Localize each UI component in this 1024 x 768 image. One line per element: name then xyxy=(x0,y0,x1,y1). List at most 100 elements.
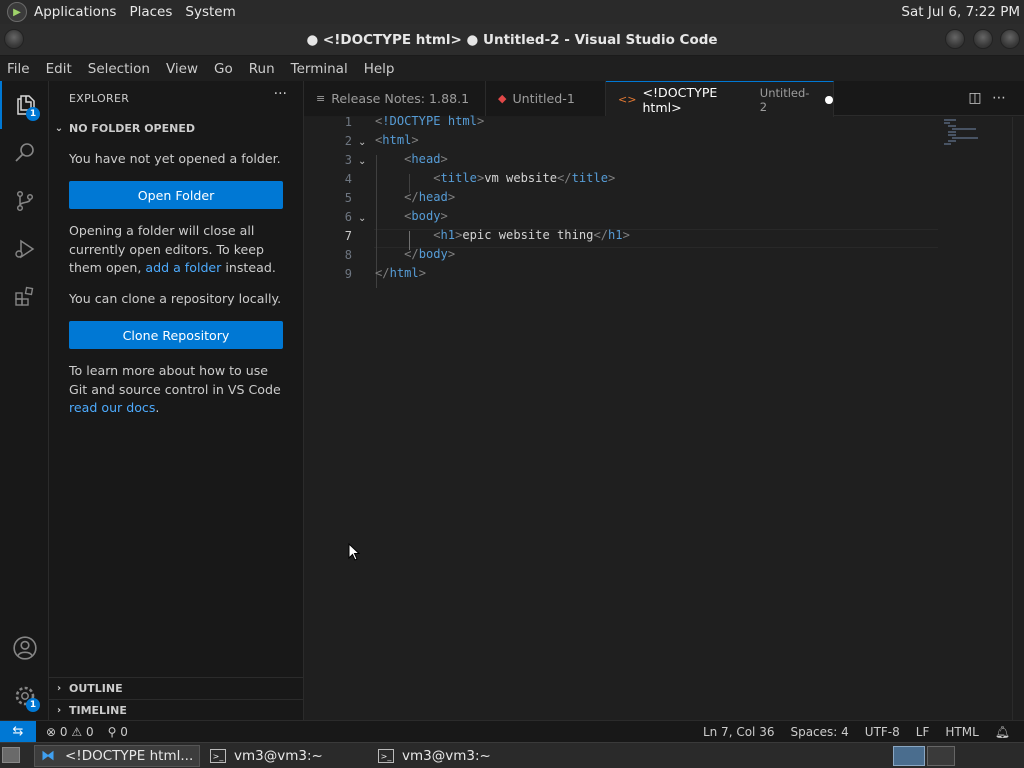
minimap-line xyxy=(948,140,956,142)
chevron-down-icon: ⌄ xyxy=(54,122,64,134)
menu-applications[interactable]: Applications xyxy=(34,4,116,20)
workspace-2[interactable] xyxy=(927,746,955,766)
clone-repository-button[interactable]: Clone Repository xyxy=(69,321,283,349)
cursor-position[interactable]: Ln 7, Col 36 xyxy=(703,725,775,739)
explorer-badge: 1 xyxy=(26,107,40,121)
ports-indicator[interactable]: ⚲ 0 xyxy=(108,725,128,739)
error-icon: ⊗ xyxy=(46,724,57,739)
more-actions-icon[interactable]: ⋯ xyxy=(990,89,1008,107)
minimap-line xyxy=(948,131,956,133)
window-titlebar[interactable]: ● <!DOCTYPE html> ● Untitled-2 - Visual … xyxy=(0,24,1024,56)
tab-release-notes[interactable]: ≡ Release Notes: 1.88.1 xyxy=(304,81,486,116)
section-title: NO FOLDER OPENED xyxy=(69,121,195,135)
hint-text-end: instead. xyxy=(221,260,276,275)
code-line-9: </html> xyxy=(375,266,426,280)
no-folder-message: You have not yet opened a folder. xyxy=(69,151,281,166)
minimize-button[interactable] xyxy=(945,29,965,49)
fold-chevron-icon[interactable]: ⌄ xyxy=(358,156,366,167)
taskbar-item-vscode[interactable]: ⧓ <!DOCTYPE html... xyxy=(34,745,200,767)
run-debug-button[interactable] xyxy=(0,225,49,273)
manage-badge: 1 xyxy=(26,698,40,712)
clock[interactable]: Sat Jul 6, 7:22 PM xyxy=(901,4,1020,20)
taskbar-item-terminal-2[interactable]: >_ vm3@vm3:~ xyxy=(372,745,538,767)
menu-file[interactable]: File xyxy=(0,61,38,77)
outline-section-header[interactable]: › OUTLINE xyxy=(49,677,303,699)
menu-system[interactable]: System xyxy=(185,4,235,20)
line-number-gutter: 1 2 3 4 5 6 7 8 9 ⌄ ⌄ ⌄ xyxy=(304,115,374,720)
manage-button[interactable]: 1 xyxy=(0,672,49,720)
no-folder-section-header[interactable]: ⌄ NO FOLDER OPENED xyxy=(49,117,303,139)
read-docs-link[interactable]: read our docs xyxy=(69,400,155,415)
code-line-3: <head> xyxy=(404,152,448,166)
tab-label: <!DOCTYPE html> xyxy=(642,84,718,115)
code-line-4: <title>vm website</title> xyxy=(433,171,616,185)
minimap-line xyxy=(952,137,978,139)
more-actions-icon[interactable]: ··· xyxy=(274,86,287,102)
docs-text-end: . xyxy=(155,400,160,415)
gnome-top-panel: ▶ Applications Places System Sat Jul 6, … xyxy=(0,0,1024,24)
workspace-1[interactable] xyxy=(893,746,925,766)
language-mode[interactable]: HTML xyxy=(945,725,978,739)
close-button[interactable] xyxy=(1000,29,1020,49)
code-line-7: <h1>epic website thing</h1> xyxy=(433,228,630,242)
show-desktop-icon[interactable] xyxy=(2,747,20,763)
minimap-line xyxy=(944,143,951,145)
taskbar-item-terminal-1[interactable]: >_ vm3@vm3:~ xyxy=(204,745,370,767)
accounts-button[interactable] xyxy=(0,624,49,672)
vertical-scrollbar[interactable] xyxy=(1012,117,1024,720)
desktop: ▶ Applications Places System Sat Jul 6, … xyxy=(0,0,1024,768)
timeline-title: TIMELINE xyxy=(69,704,127,717)
split-editor-icon[interactable]: ◫ xyxy=(966,89,984,107)
remote-indicator-icon[interactable]: ⇆ xyxy=(0,720,36,743)
minimap-line xyxy=(948,134,956,136)
sidebar-title: EXPLORER xyxy=(69,92,130,105)
html-icon: <> xyxy=(618,93,637,106)
status-bar-right: Ln 7, Col 36 Spaces: 4 UTF-8 LF HTML 🔔︎ xyxy=(703,721,1024,743)
end-of-line[interactable]: LF xyxy=(916,725,930,739)
mouse-cursor-icon xyxy=(348,543,360,561)
line-number: 3 xyxy=(344,153,352,167)
indentation[interactable]: Spaces: 4 xyxy=(790,725,848,739)
menu-view[interactable]: View xyxy=(158,61,206,77)
menu-help[interactable]: Help xyxy=(356,61,403,77)
explorer-button[interactable]: 1 xyxy=(0,81,49,129)
tab-untitled-1[interactable]: ◆ Untitled-1 xyxy=(486,81,606,116)
clone-message: You can clone a repository locally. xyxy=(69,291,282,306)
extensions-button[interactable] xyxy=(0,273,49,321)
applications-logo-icon[interactable]: ▶ xyxy=(7,2,27,22)
fold-chevron-icon[interactable]: ⌄ xyxy=(358,213,366,224)
menu-selection[interactable]: Selection xyxy=(80,61,158,77)
add-folder-link[interactable]: add a folder xyxy=(145,260,221,275)
activity-bar: 1 1 xyxy=(0,81,49,720)
tab-untitled-2[interactable]: <> <!DOCTYPE html> Untitled-2 xyxy=(606,81,834,117)
window-title: ● <!DOCTYPE html> ● Untitled-2 - Visual … xyxy=(306,32,718,48)
broadcast-icon: ⚲ xyxy=(107,724,117,739)
menu-go[interactable]: Go xyxy=(206,61,241,77)
accounts-icon xyxy=(12,636,37,660)
menu-terminal[interactable]: Terminal xyxy=(283,61,356,77)
menu-places[interactable]: Places xyxy=(129,4,172,20)
open-folder-button[interactable]: Open Folder xyxy=(69,181,283,209)
maximize-button[interactable] xyxy=(973,29,993,49)
vscode-icon: ⧓ xyxy=(41,748,55,764)
tab-description: Untitled-2 xyxy=(759,85,810,114)
extensions-icon xyxy=(14,286,33,306)
code-editor[interactable]: 1 2 3 4 5 6 7 8 9 ⌄ ⌄ ⌄ <!DOCTYPE html> … xyxy=(304,114,1024,720)
line-number: 4 xyxy=(344,172,352,186)
terminal-icon: >_ xyxy=(378,749,394,763)
chevron-right-icon: › xyxy=(56,683,62,694)
source-control-button[interactable] xyxy=(0,177,49,225)
search-icon xyxy=(14,143,34,162)
search-button[interactable] xyxy=(0,129,49,177)
minimap[interactable] xyxy=(940,117,1012,720)
bell-icon[interactable]: 🔔︎ xyxy=(995,725,1010,739)
fold-chevron-icon[interactable]: ⌄ xyxy=(358,137,366,148)
timeline-section-header[interactable]: › TIMELINE xyxy=(49,699,303,721)
unsaved-dot-icon[interactable] xyxy=(825,95,833,104)
problems-indicator[interactable]: ⊗ 0 ⚠ 0 xyxy=(46,725,94,739)
run-debug-icon xyxy=(14,239,34,259)
menu-edit[interactable]: Edit xyxy=(38,61,80,77)
menu-bar: File Edit Selection View Go Run Terminal… xyxy=(0,56,1024,81)
encoding[interactable]: UTF-8 xyxy=(865,725,900,739)
menu-run[interactable]: Run xyxy=(241,61,283,77)
